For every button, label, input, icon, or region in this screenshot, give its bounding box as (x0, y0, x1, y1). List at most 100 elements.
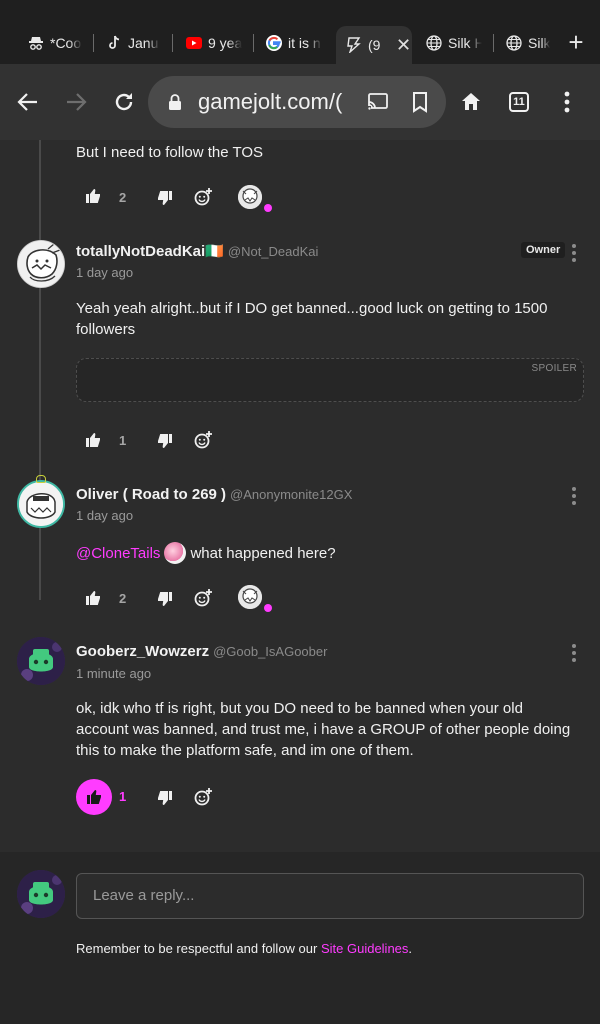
like-count: 1 (119, 433, 127, 448)
reload-icon (115, 93, 133, 111)
heart-reaction-icon (264, 604, 272, 612)
reload-button[interactable] (106, 84, 142, 120)
like-icon[interactable] (86, 189, 101, 203)
my-avatar[interactable] (17, 870, 65, 918)
add-reaction-icon[interactable] (194, 431, 212, 449)
browser-toolbar: gamejolt.com/( 11 (0, 64, 600, 140)
comment-thread: But I need to follow the TOS 2 totallyNo… (0, 140, 600, 1024)
like-button-active[interactable] (76, 779, 112, 815)
tab-title: it is n (288, 35, 321, 51)
like-icon (86, 790, 101, 804)
youtube-icon (186, 35, 202, 51)
comment-time: 1 minute ago (76, 666, 152, 681)
cast-icon[interactable] (366, 90, 390, 114)
bookmark-icon[interactable] (410, 90, 430, 114)
heart-reaction-icon (264, 204, 272, 212)
guidelines-text: Remember to be respectful and follow our (76, 941, 321, 956)
site-guidelines-link[interactable]: Site Guidelines (321, 941, 408, 956)
avatar[interactable] (17, 480, 65, 528)
guidelines-note: Remember to be respectful and follow our… (76, 941, 412, 956)
incognito-icon (28, 35, 44, 51)
author-handle: @Anonymonite12GX (230, 487, 353, 502)
comment-text: Yeah yeah alright..but if I DO get banne… (76, 300, 548, 338)
owner-badge: Owner (521, 242, 566, 258)
dislike-icon[interactable] (157, 191, 172, 205)
tab-title: Janu (128, 35, 159, 51)
avatar[interactable] (17, 637, 65, 685)
spoiler-block[interactable]: SPOILER (76, 358, 584, 402)
user-mention-link[interactable]: @CloneTails (76, 543, 160, 564)
browser-tab-1[interactable]: *Cool (28, 28, 82, 58)
like-icon[interactable] (86, 591, 101, 605)
close-icon[interactable]: ✕ (396, 35, 411, 56)
comment-text: ok, idk who tf is right, but you DO need… (76, 700, 571, 759)
gamejolt-icon (346, 37, 362, 53)
comment-menu-button[interactable] (569, 644, 579, 662)
more-vertical-icon (564, 91, 570, 113)
thread-line (39, 140, 41, 600)
browser-tab-active[interactable]: (9 ✕ (336, 26, 412, 64)
back-button[interactable] (10, 84, 46, 120)
home-icon (462, 93, 480, 110)
arrow-right-icon (67, 93, 87, 111)
address-bar[interactable]: gamejolt.com/( (148, 76, 446, 128)
url-text: gamejolt.com/( (198, 89, 343, 114)
like-count: 1 (119, 789, 127, 804)
browser-tab-3[interactable]: 9 yea (186, 28, 242, 58)
reply-composer: Leave a reply... Remember to be respectf… (0, 852, 600, 1024)
globe-icon (426, 35, 442, 51)
reactor-avatar[interactable] (238, 185, 262, 209)
like-icon[interactable] (86, 433, 101, 447)
tiktok-icon (106, 35, 122, 51)
author-handle: @Not_DeadKai (227, 244, 319, 259)
mention-avatar (164, 542, 187, 564)
ireland-flag-icon: 🇮🇪 (205, 243, 224, 260)
reactor-avatar[interactable] (238, 585, 262, 609)
crown-icon (36, 475, 46, 483)
comment-text-line: @CloneTails what happened here? (76, 542, 336, 564)
like-count: 2 (119, 591, 127, 606)
add-reaction-icon[interactable] (194, 188, 212, 206)
add-reaction-icon[interactable] (194, 788, 212, 806)
tab-title: Silk (528, 35, 550, 51)
browser-tab-strip: *Cool Janu 9 yea it is n (9 ✕ Silk H Sil… (0, 0, 600, 64)
forward-button[interactable] (58, 84, 94, 120)
comment-menu-button[interactable] (569, 244, 579, 262)
dislike-icon[interactable] (157, 592, 172, 606)
like-count: 2 (119, 190, 127, 205)
avatar[interactable] (17, 240, 65, 288)
comment-text: But I need to follow the TOS (76, 144, 264, 161)
browser-tab-2[interactable]: Janu (106, 28, 160, 58)
comment-author[interactable]: Gooberz_Wowzerz @Goob_IsAGoober (76, 643, 327, 660)
tab-title: Silk H (448, 35, 482, 51)
browser-menu-button[interactable] (549, 84, 585, 120)
reply-input[interactable]: Leave a reply... (76, 873, 584, 919)
author-handle: @Goob_IsAGoober (213, 644, 328, 659)
comment-time: 1 day ago (76, 508, 134, 523)
tab-separator (493, 34, 494, 52)
comment-author[interactable]: totallyNotDeadKai🇮🇪 @Not_DeadKai (76, 242, 318, 260)
browser-tab-6[interactable]: Silk H (426, 28, 482, 58)
add-reaction-icon[interactable] (194, 589, 212, 607)
home-button[interactable] (453, 84, 489, 120)
tab-title: (9 (368, 37, 381, 53)
tab-title: 9 yea (208, 35, 242, 51)
browser-tab-7[interactable]: Silk (506, 28, 550, 58)
comment-time: 1 day ago (76, 265, 134, 280)
comment-menu-button[interactable] (569, 487, 579, 505)
arrow-left-icon (17, 93, 37, 111)
dislike-icon[interactable] (157, 791, 172, 805)
google-icon (266, 35, 282, 51)
browser-tab-4[interactable]: it is n (266, 28, 322, 58)
new-tab-button[interactable]: + (562, 28, 590, 58)
tab-separator (253, 34, 254, 52)
tab-separator (93, 34, 94, 52)
tab-count: 11 (509, 92, 529, 112)
comment-text: what happened here? (190, 544, 336, 562)
author-name: Oliver ( Road to 269 ) (76, 486, 227, 503)
dislike-icon[interactable] (157, 434, 172, 448)
globe-icon (506, 35, 522, 51)
tab-switcher-button[interactable]: 11 (501, 84, 537, 120)
comment-author[interactable]: Oliver ( Road to 269 ) @Anonymonite12GX (76, 486, 352, 503)
tab-title: *Cool (50, 35, 82, 51)
